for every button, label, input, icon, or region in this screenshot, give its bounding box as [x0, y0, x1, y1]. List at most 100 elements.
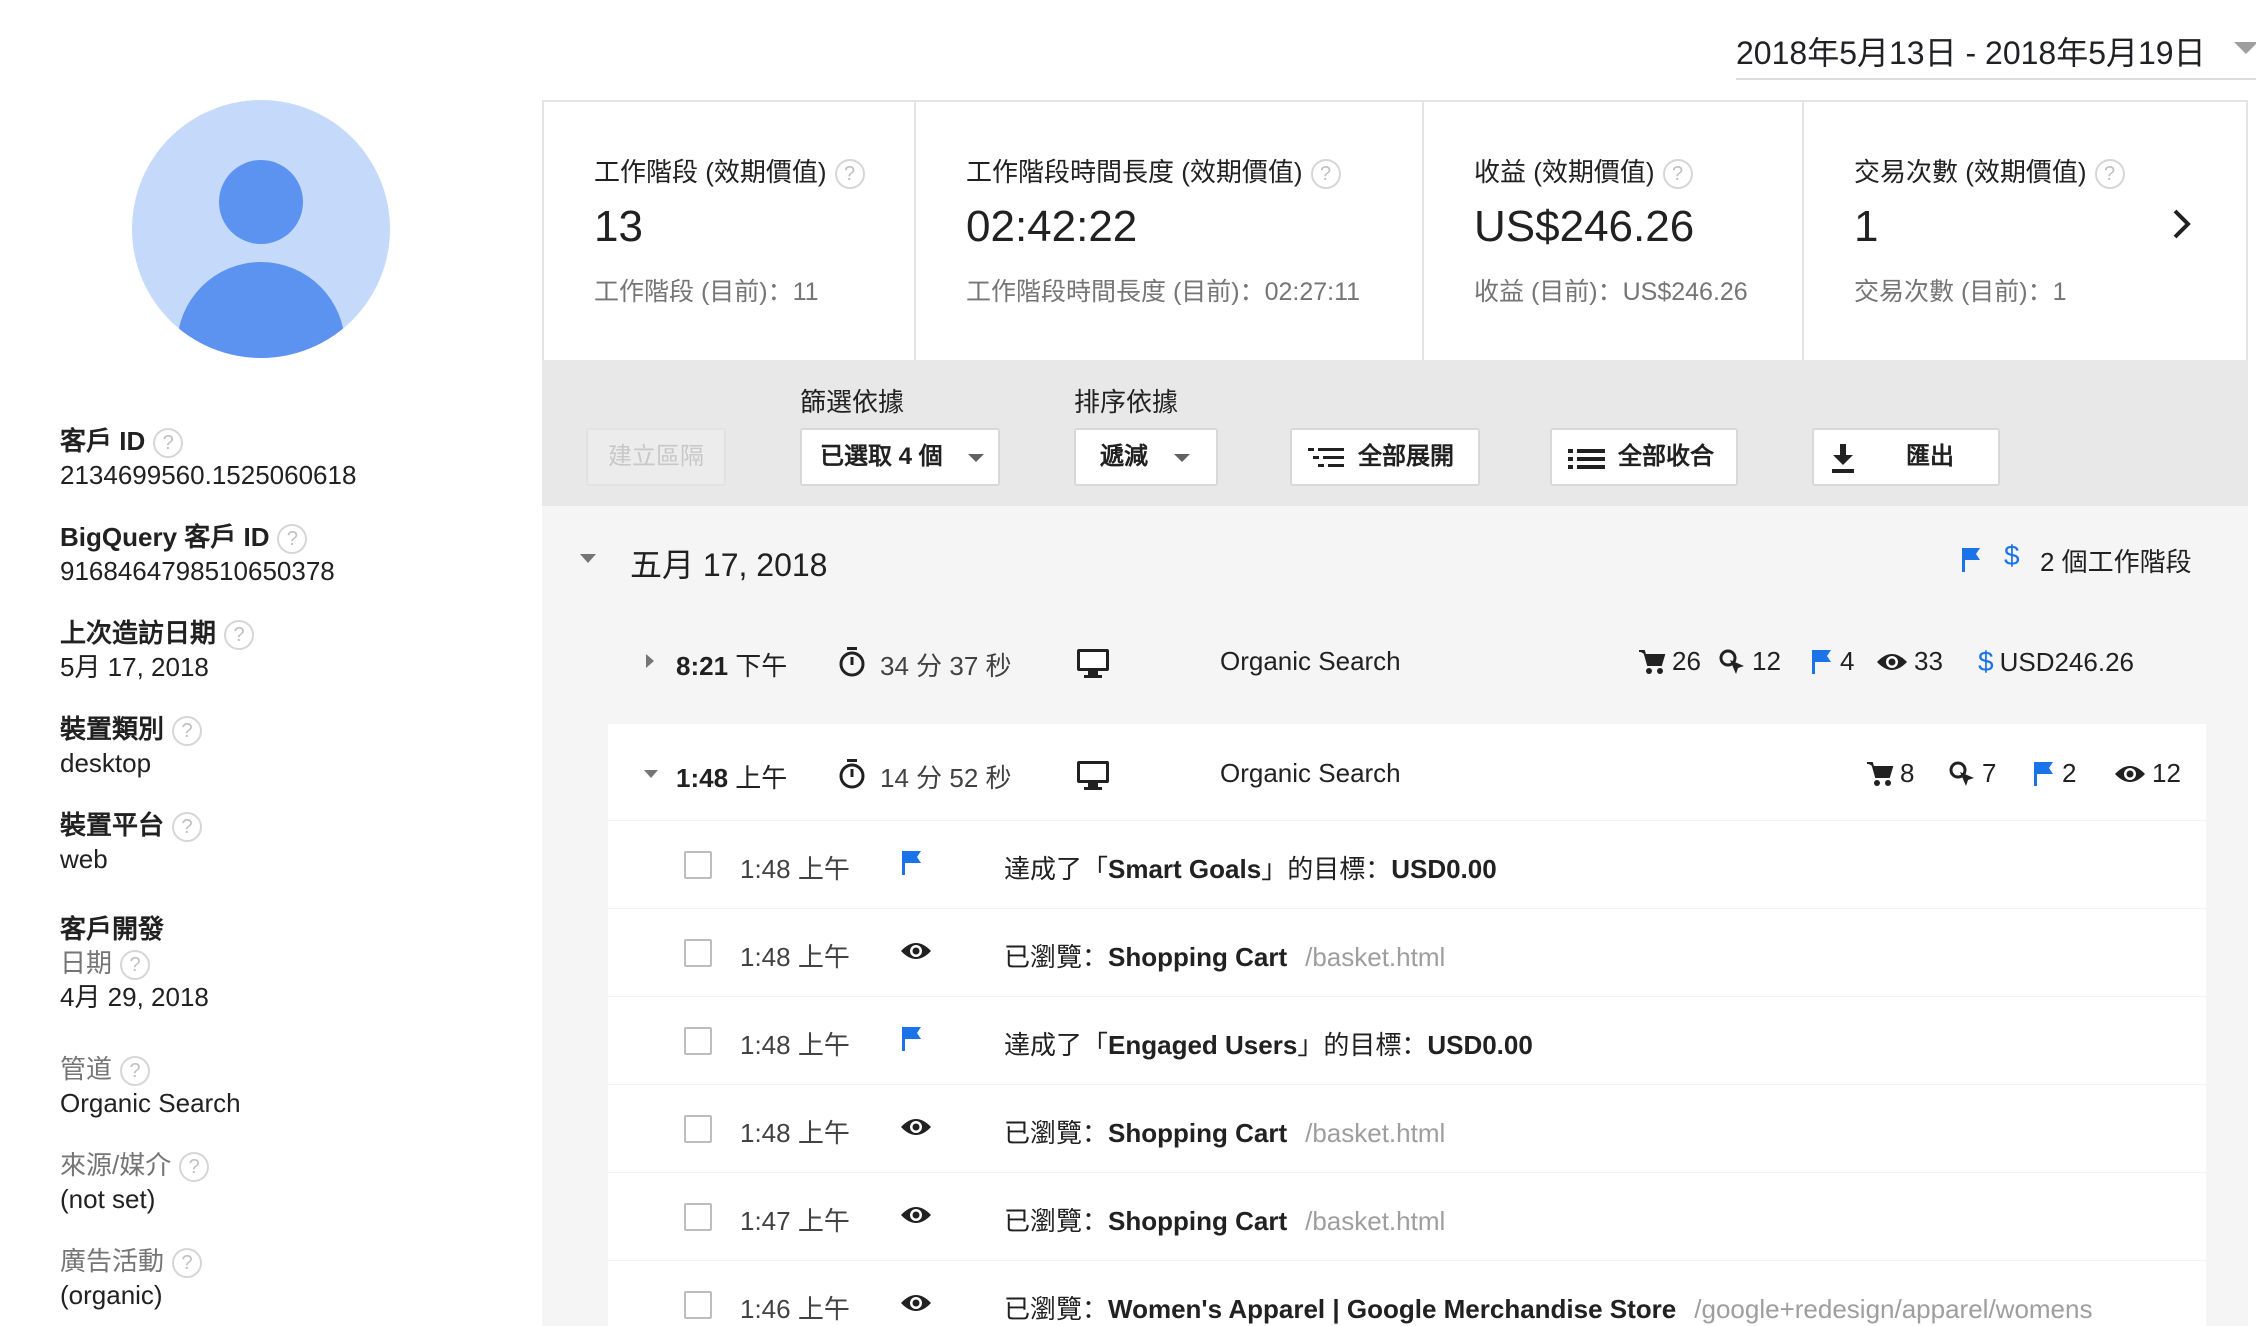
help-icon[interactable]: ?: [172, 716, 203, 747]
hit-time: 1:48 上午: [740, 1030, 850, 1060]
chevron-down-icon: [2234, 42, 2256, 54]
date-range-text: 2018年5月13日 - 2018年5月19日: [1736, 35, 2206, 71]
session-row[interactable]: 8:21 下午 34 分 37 秒 Organic Search 26 12 4…: [640, 628, 2210, 698]
click-stat: 7: [1948, 758, 1996, 789]
hit-checkbox[interactable]: [684, 1115, 712, 1143]
hit-row[interactable]: 1:48 上午 已瀏覽：Shopping Cart/basket.html: [608, 1084, 2206, 1172]
dollar-icon: $: [1978, 646, 1994, 677]
metric-transactions: 交易次數 (效期價值)? 1 交易次數 (目前)：1: [1804, 102, 2224, 360]
metric-sub: 收益 (目前)：US$246.26: [1474, 278, 1748, 306]
cart-icon: [1867, 761, 1894, 786]
collapse-caret-icon: [580, 554, 596, 563]
filter-title: 篩選依據: [800, 387, 905, 417]
help-icon[interactable]: ?: [224, 620, 255, 651]
hit-path: /basket.html: [1305, 1206, 1446, 1236]
hit-time: 1:46 上午: [740, 1294, 850, 1324]
hit-checkbox[interactable]: [684, 939, 712, 967]
hit-row[interactable]: 1:48 上午 已瀏覽：Shopping Cart/basket.html: [608, 908, 2206, 996]
eye-icon: [1877, 653, 1907, 670]
expand-all-button[interactable]: 全部展開: [1290, 428, 1480, 486]
desktop-icon: [1077, 761, 1109, 790]
metric-value: 1: [1854, 202, 1879, 251]
cart-icon: [1639, 649, 1666, 674]
hit-time: 1:48 上午: [740, 1118, 850, 1148]
avatar-head: [219, 160, 303, 244]
download-icon: [1832, 444, 1854, 473]
desktop-icon: [1077, 649, 1109, 678]
metric-label: 工作階段 (效期價值): [594, 157, 827, 187]
help-icon[interactable]: ?: [834, 159, 865, 190]
info-value: desktop: [60, 748, 152, 779]
hit-checkbox[interactable]: [684, 1027, 712, 1055]
sort-dropdown[interactable]: 遞減: [1074, 428, 1218, 486]
date-range-selector[interactable]: 2018年5月13日 - 2018年5月19日: [1736, 28, 2256, 80]
eye-icon: [901, 1295, 931, 1311]
hit-path: /google+redesign/apparel/womens: [1694, 1294, 2093, 1324]
metric-revenue: 收益 (效期價值)? US$246.26 收益 (目前)：US$246.26: [1424, 102, 1804, 360]
help-icon[interactable]: ?: [1310, 159, 1341, 190]
help-icon[interactable]: ?: [179, 1152, 210, 1183]
info-value: 2134699560.1525060618: [60, 460, 357, 491]
goal-count: 4: [1840, 646, 1855, 676]
metric-value: 13: [594, 202, 643, 251]
export-button[interactable]: 匯出: [1812, 428, 2000, 486]
sort-title: 排序依據: [1074, 387, 1179, 417]
flag-icon: [902, 1027, 921, 1051]
hit-description: 已瀏覽：Women's Apparel | Google Merchandise…: [1004, 1294, 2093, 1324]
day-header[interactable]: 五月 17, 2018 $ 2 個工作階段: [580, 536, 2230, 586]
view-count: 12: [2152, 758, 2181, 788]
session-time: 1:48 上午: [676, 763, 788, 793]
hit-row[interactable]: 1:46 上午 已瀏覽：Women's Apparel | Google Mer…: [608, 1260, 2206, 1326]
create-segment-button[interactable]: 建立區隔: [586, 428, 726, 486]
collapse-all-button[interactable]: 全部收合: [1550, 428, 1738, 486]
hit-row[interactable]: 1:47 上午 已瀏覽：Shopping Cart/basket.html: [608, 1172, 2206, 1260]
chevron-right-icon: [2173, 209, 2191, 239]
hit-time: 1:47 上午: [740, 1206, 850, 1236]
info-device-platform: 裝置平台? web: [60, 808, 203, 876]
collapse-all-label: 全部收合: [1618, 443, 1714, 470]
help-icon[interactable]: ?: [1662, 159, 1693, 190]
info-value: Organic Search: [60, 1088, 241, 1119]
info-customer-id: 客戶 ID? 2134699560.1525060618: [60, 424, 356, 492]
info-label: 客戶開發: [60, 914, 165, 944]
sort-value: 遞減: [1100, 443, 1148, 470]
hit-row[interactable]: 1:48 上午 達成了「Engaged Users」的目標：USD0.00: [608, 996, 2206, 1084]
avatar: [132, 100, 390, 358]
info-last-visit: 上次造訪日期? 5月 17, 2018: [60, 616, 255, 684]
info-label: 裝置類別: [60, 714, 165, 744]
help-icon[interactable]: ?: [120, 950, 151, 981]
timer-icon: [839, 759, 865, 789]
dollar-icon: $: [2004, 540, 2020, 571]
help-icon[interactable]: ?: [172, 812, 203, 843]
hit-description: 達成了「Engaged Users」的目標：USD0.00: [1004, 1030, 1533, 1060]
info-label-line2: 日期: [60, 948, 113, 978]
next-metrics-button[interactable]: [2170, 206, 2194, 242]
hit-checkbox[interactable]: [684, 1291, 712, 1319]
view-stat: 33: [1876, 646, 1943, 677]
info-label: 上次造訪日期: [60, 618, 217, 648]
help-icon[interactable]: ?: [172, 1248, 203, 1279]
filter-value: 已選取 4 個: [820, 443, 943, 470]
help-icon[interactable]: ?: [120, 1056, 151, 1087]
click-stat: 12: [1718, 646, 1781, 677]
avatar-body: [177, 262, 345, 358]
cart-stat: 26: [1638, 646, 1701, 677]
flag-icon: [1812, 649, 1831, 674]
revenue-value: USD246.26: [1999, 646, 2134, 677]
hit-checkbox[interactable]: [684, 1203, 712, 1231]
eye-icon: [901, 943, 931, 959]
hit-description: 已瀏覽：Shopping Cart/basket.html: [1004, 942, 1446, 972]
collapse-list-icon: [1568, 449, 1605, 469]
goal-stat: 4: [1810, 646, 1854, 677]
help-icon[interactable]: ?: [153, 428, 184, 459]
session-channel: Organic Search: [1220, 646, 1401, 676]
help-icon[interactable]: ?: [277, 524, 308, 555]
hit-checkbox[interactable]: [684, 851, 712, 879]
metric-sub: 工作階段時間長度 (目前)：02:27:11: [966, 278, 1361, 306]
filter-dropdown[interactable]: 已選取 4 個: [800, 428, 1000, 486]
info-value: 9168464798510650378: [60, 556, 335, 587]
hit-row[interactable]: 1:48 上午 達成了「Smart Goals」的目標：USD0.00: [608, 820, 2206, 908]
flag-icon: [1962, 548, 1980, 572]
help-icon[interactable]: ?: [2094, 159, 2125, 190]
session-row[interactable]: 1:48 上午 14 分 52 秒 Organic Search 8 7 2 1…: [640, 740, 2210, 810]
